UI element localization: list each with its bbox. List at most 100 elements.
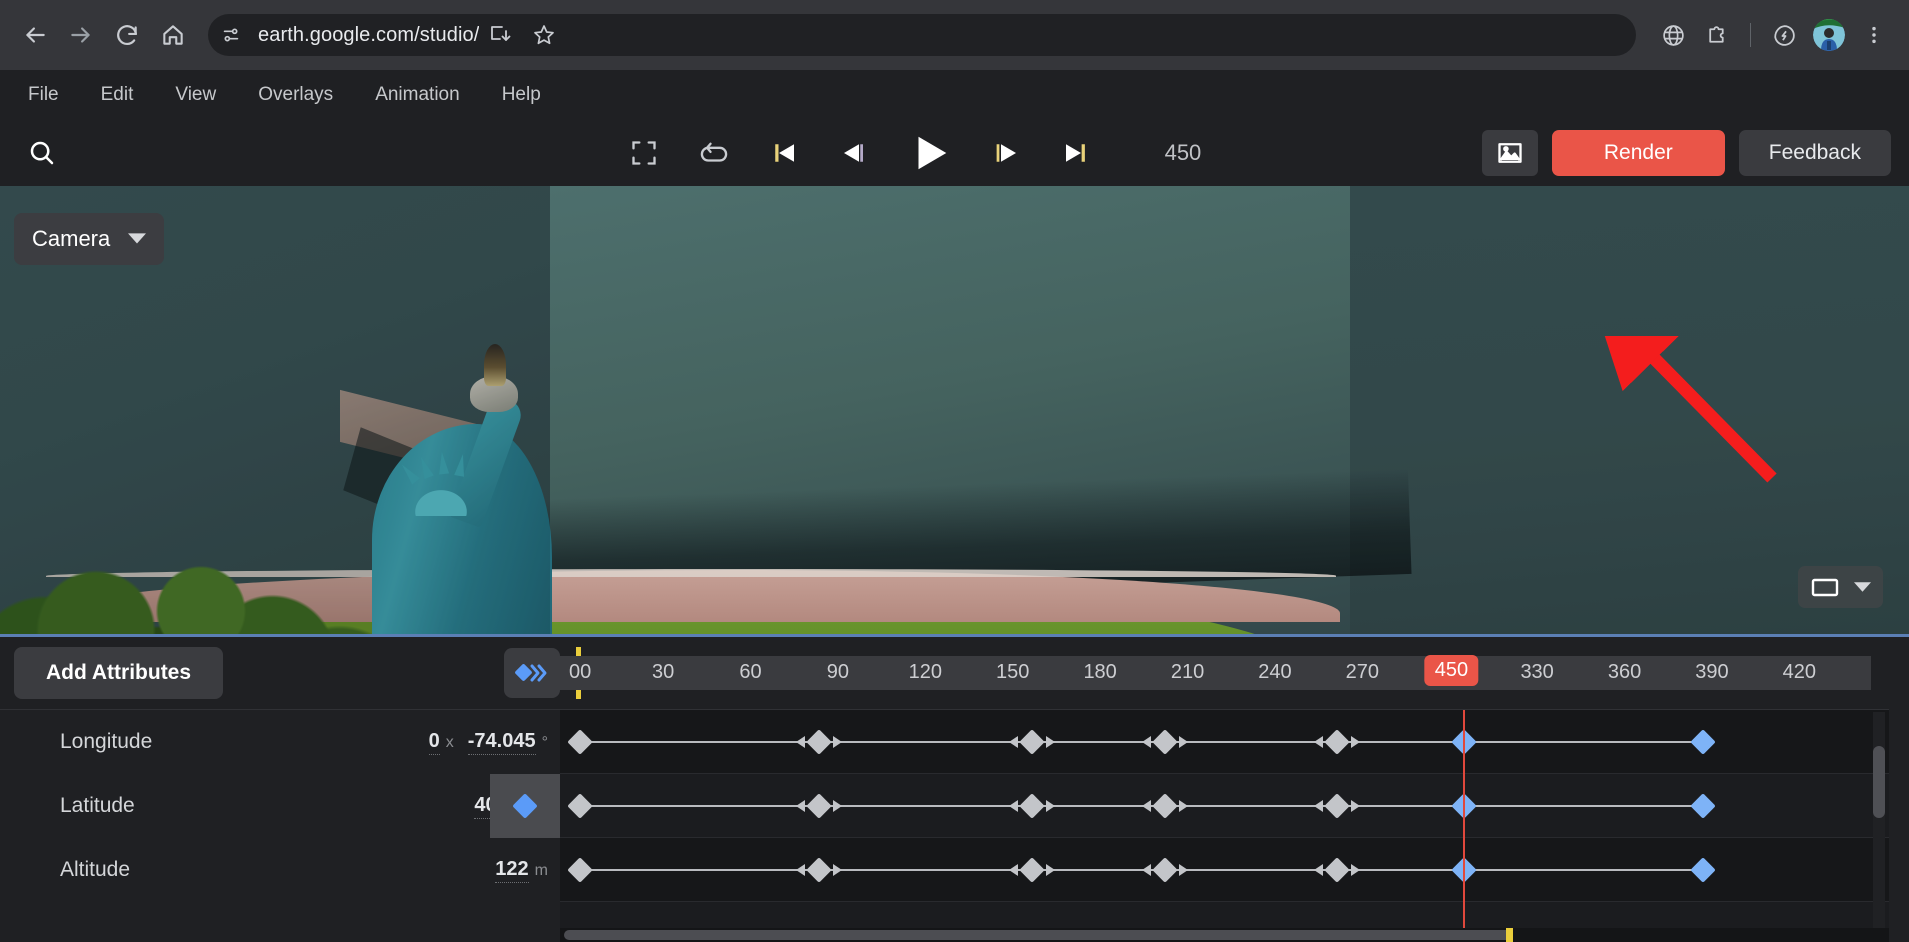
home-button[interactable] <box>152 14 194 56</box>
keyframe-marker[interactable] <box>1450 856 1477 883</box>
jump-to-end-button[interactable] <box>1052 129 1100 177</box>
keyframe-bezier-handle[interactable] <box>1351 863 1361 876</box>
jump-to-start-button[interactable] <box>760 129 808 177</box>
keyframe-marker[interactable] <box>1690 728 1716 755</box>
attribute-keyframe-toggle[interactable] <box>490 838 560 902</box>
timeline-ruler[interactable]: 0030609012015018021024027030033036039042… <box>560 647 1871 699</box>
menu-item-overlays[interactable]: Overlays <box>238 76 353 114</box>
reload-button[interactable] <box>106 14 148 56</box>
keyframe-marker[interactable] <box>1690 856 1716 883</box>
keyframe-bezier-handle[interactable] <box>1178 863 1188 876</box>
keyframe-marker[interactable] <box>1314 792 1361 819</box>
keyframe-bezier-handle[interactable] <box>1008 799 1018 812</box>
previous-frame-button[interactable] <box>830 129 878 177</box>
add-keyframe-button[interactable] <box>504 648 560 698</box>
play-button[interactable] <box>900 123 960 183</box>
keyframe-track[interactable] <box>560 838 1889 902</box>
keyframe-bezier-handle[interactable] <box>1008 863 1018 876</box>
feedback-button[interactable]: Feedback <box>1738 130 1891 176</box>
keyframe-bezier-handle[interactable] <box>833 863 843 876</box>
chrome-menu-button[interactable] <box>1853 14 1895 56</box>
keyframe-bezier-handle[interactable] <box>1045 863 1055 876</box>
keyframe-marker[interactable] <box>1690 792 1716 819</box>
keyframe-marker[interactable] <box>567 856 593 883</box>
keyframe-bezier-handle[interactable] <box>1045 735 1055 748</box>
keyframe-marker[interactable] <box>1314 856 1361 883</box>
keyframe-marker[interactable] <box>1314 728 1361 755</box>
keyframe-bezier-handle[interactable] <box>833 735 843 748</box>
keyframe-marker[interactable] <box>1141 856 1188 883</box>
back-button[interactable] <box>14 14 56 56</box>
keyframe-bezier-handle[interactable] <box>796 799 806 812</box>
translate-button[interactable] <box>1652 14 1694 56</box>
keyframe-marker[interactable] <box>1141 792 1188 819</box>
keyframe-marker[interactable] <box>1008 728 1055 755</box>
playhead-badge[interactable]: 450 <box>1424 655 1479 686</box>
tracks-scroll-thumb[interactable] <box>1873 746 1885 818</box>
keyframe-marker[interactable] <box>567 728 593 755</box>
keyframe-marker[interactable] <box>796 856 843 883</box>
site-info-button[interactable] <box>214 18 248 52</box>
menu-item-file[interactable]: File <box>8 76 79 114</box>
attribute-row[interactable]: Altitude 122 m <box>0 838 560 902</box>
energy-saver-button[interactable] <box>1763 14 1805 56</box>
menu-item-view[interactable]: View <box>155 76 236 114</box>
next-frame-button[interactable] <box>982 129 1030 177</box>
keyframe-track[interactable] <box>560 774 1889 838</box>
earth-viewport[interactable]: Camera <box>0 186 1909 634</box>
frame-counter[interactable]: 450 <box>1156 140 1210 166</box>
keyframe-marker[interactable] <box>567 792 593 819</box>
bookmark-button[interactable] <box>523 14 565 56</box>
keyframe-marker[interactable] <box>1008 792 1055 819</box>
keyframe-bezier-handle[interactable] <box>1141 735 1151 748</box>
attribute-row[interactable]: Longitude 0 x -74.045 ° <box>0 710 560 774</box>
keyframe-marker[interactable] <box>1008 856 1055 883</box>
menu-item-animation[interactable]: Animation <box>355 76 480 114</box>
keyframe-bezier-handle[interactable] <box>1141 799 1151 812</box>
keyframe-marker[interactable] <box>796 792 843 819</box>
keyframe-bezier-handle[interactable] <box>796 863 806 876</box>
add-attributes-button[interactable]: Add Attributes <box>14 647 224 699</box>
keyframe-bezier-handle[interactable] <box>833 799 843 812</box>
keyframe-tracks[interactable] <box>560 709 1889 942</box>
extensions-button[interactable] <box>1696 14 1738 56</box>
keyframe-bezier-handle[interactable] <box>1178 735 1188 748</box>
aspect-ratio-dropdown[interactable] <box>1798 566 1883 608</box>
keyframe-bezier-handle[interactable] <box>1351 799 1361 812</box>
fit-to-screen-button[interactable] <box>620 129 668 177</box>
keyframe-marker[interactable] <box>1141 728 1188 755</box>
keyframe-marker[interactable] <box>1450 728 1477 755</box>
timeline-scroll-thumb[interactable] <box>564 930 1513 940</box>
attribute-keyframe-toggle[interactable] <box>490 710 560 774</box>
profile-avatar[interactable] <box>1813 19 1845 51</box>
install-app-button[interactable] <box>479 14 521 56</box>
timeline-horizontal-scrollbar[interactable] <box>560 928 1889 942</box>
forward-button[interactable] <box>60 14 102 56</box>
menu-item-edit[interactable]: Edit <box>81 76 154 114</box>
keyframe-bezier-handle[interactable] <box>1314 863 1324 876</box>
keyframe-bezier-handle[interactable] <box>1351 735 1361 748</box>
menu-item-help[interactable]: Help <box>482 76 561 114</box>
search-button[interactable] <box>18 129 66 177</box>
camera-dropdown[interactable]: Camera <box>14 213 165 265</box>
keyframe-bezier-handle[interactable] <box>1045 799 1055 812</box>
loop-button[interactable] <box>690 129 738 177</box>
image-preview-button[interactable] <box>1481 130 1538 176</box>
attribute-row[interactable]: Latitude40.689° <box>0 774 560 838</box>
render-button[interactable]: Render <box>1551 130 1725 176</box>
keyframe-marker[interactable] <box>1450 792 1477 819</box>
keyframe-track[interactable] <box>560 710 1889 774</box>
timeline-ruler-wrap[interactable]: 0030609012015018021024027030033036039042… <box>560 637 1909 709</box>
keyframe-bezier-handle[interactable] <box>1178 799 1188 812</box>
keyframe-bezier-handle[interactable] <box>1314 799 1324 812</box>
tracks-vertical-scrollbar[interactable] <box>1873 712 1885 942</box>
attribute-keyframe-toggle[interactable] <box>490 774 560 838</box>
address-bar[interactable]: earth.google.com/studio/ <box>208 14 1636 56</box>
keyframe-bezier-handle[interactable] <box>796 735 806 748</box>
keyframe-marker[interactable] <box>796 728 843 755</box>
attribute-multiplier[interactable]: 0 <box>428 730 440 755</box>
keyframe-bezier-handle[interactable] <box>1314 735 1324 748</box>
keyframe-bezier-handle[interactable] <box>1008 735 1018 748</box>
keyframe-diamond-icon <box>567 728 593 755</box>
keyframe-bezier-handle[interactable] <box>1141 863 1151 876</box>
